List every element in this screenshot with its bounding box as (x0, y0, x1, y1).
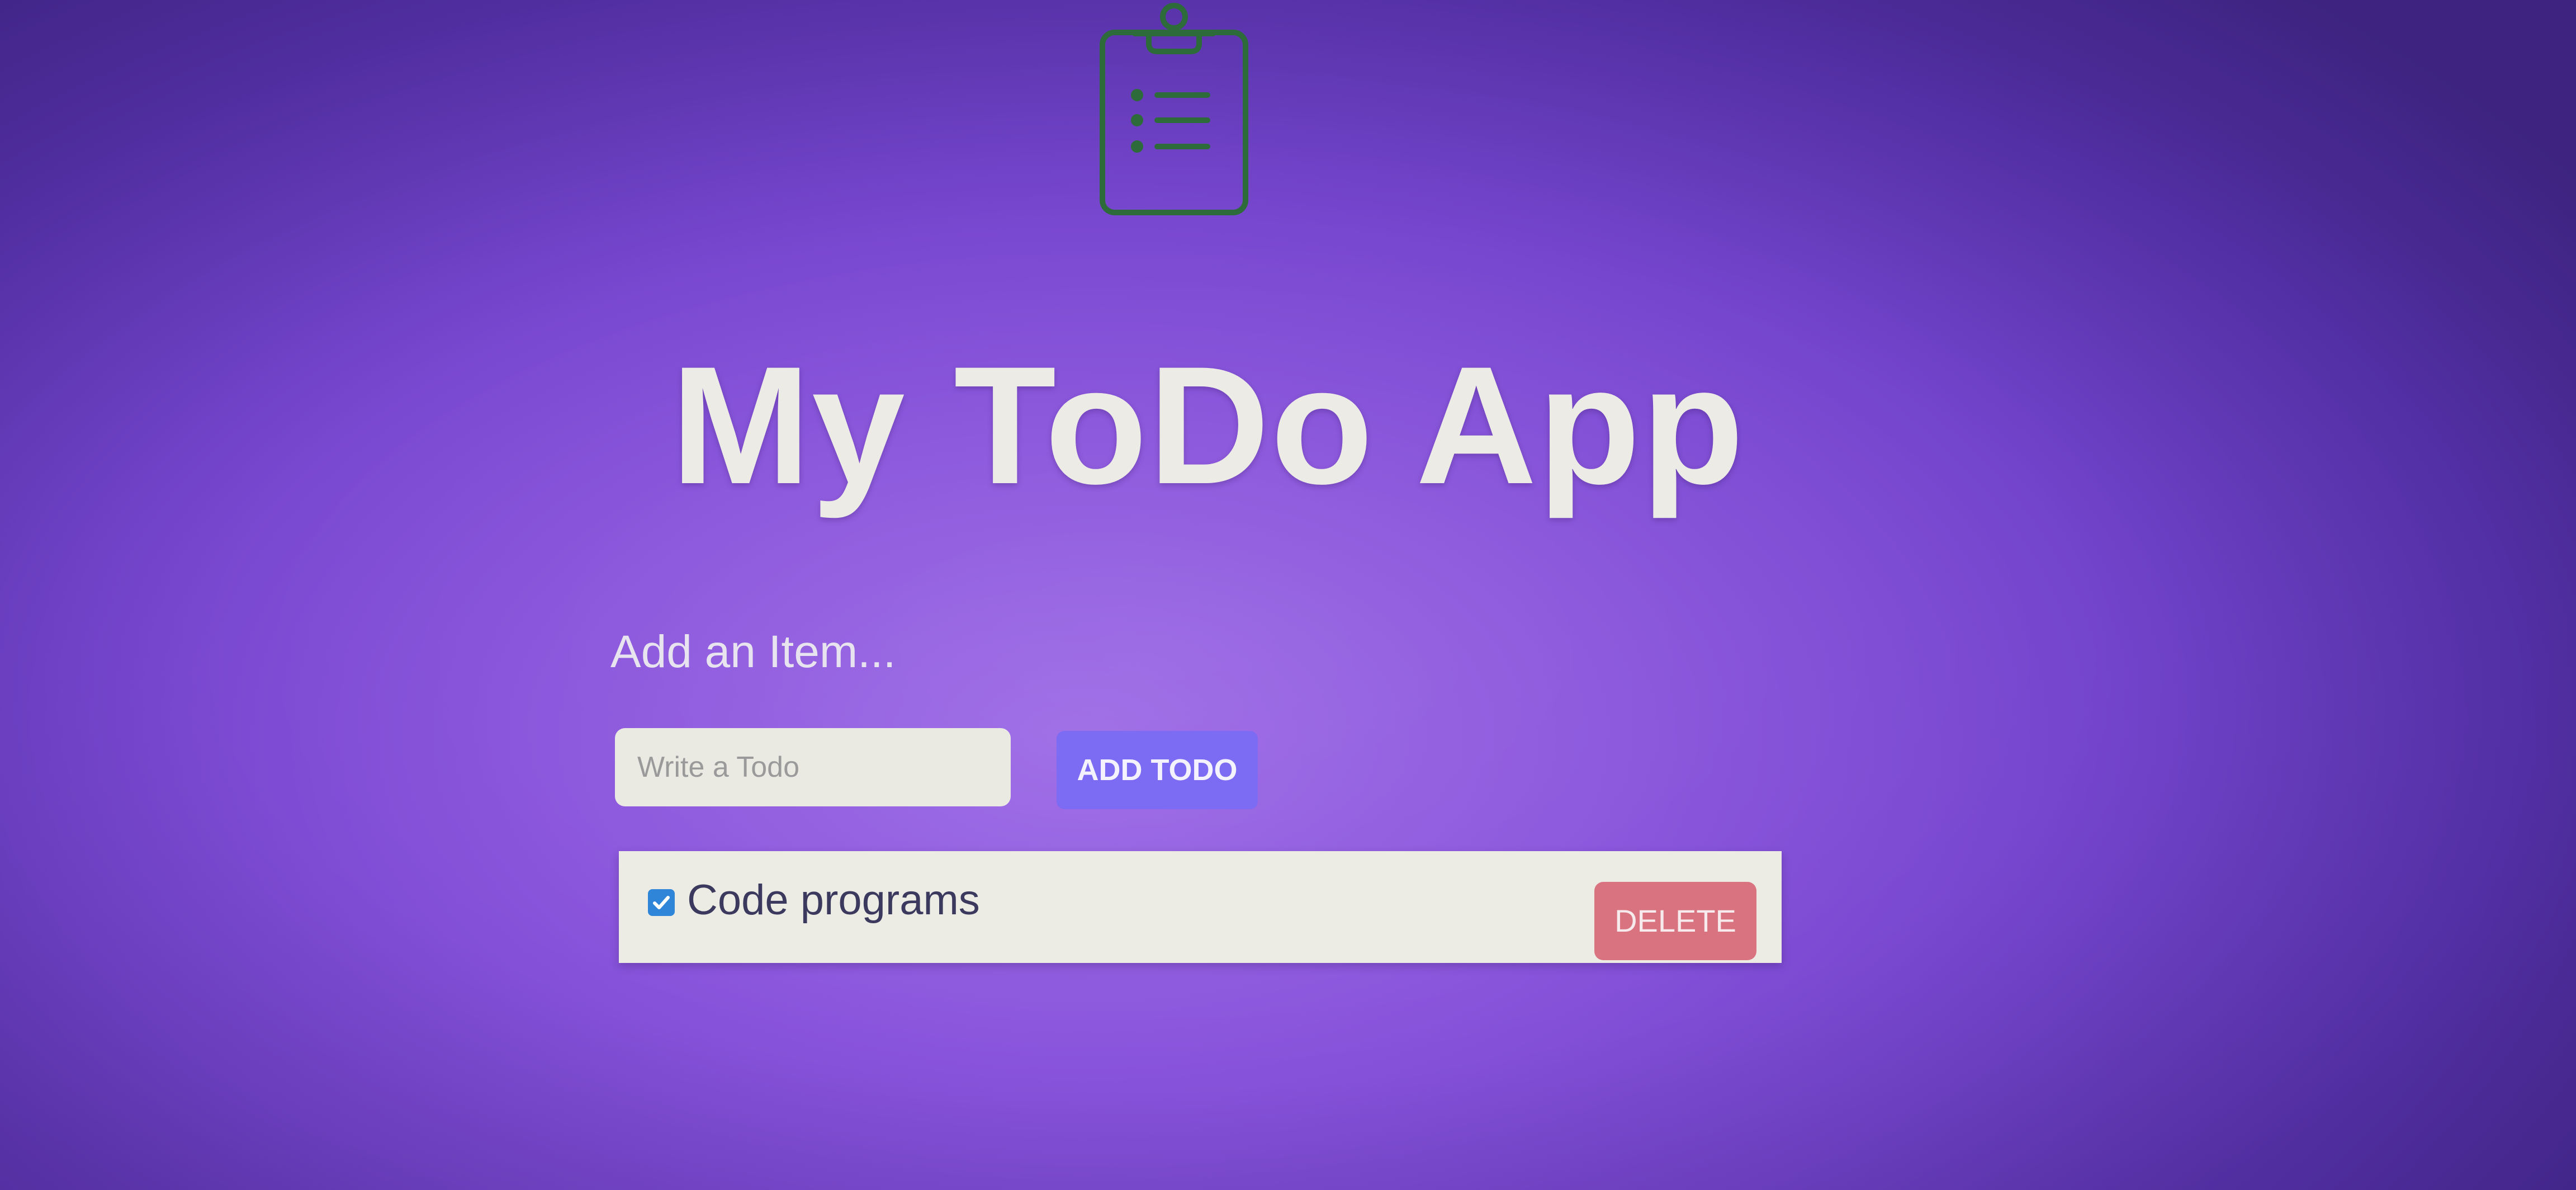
todo-checkbox[interactable] (648, 889, 675, 916)
add-item-heading: Add an Item... (610, 626, 896, 677)
clipboard-list-icon (1100, 3, 1248, 215)
todo-input[interactable] (615, 728, 1011, 806)
app-title: My ToDo App (671, 331, 1745, 519)
checkmark-icon (653, 896, 670, 909)
add-todo-button[interactable]: ADD TODO (1057, 731, 1258, 809)
todo-list: Code programs DELETE (619, 851, 1782, 963)
delete-button[interactable]: DELETE (1594, 882, 1756, 960)
todo-item: Code programs DELETE (619, 851, 1782, 963)
todo-text: Code programs (687, 876, 980, 924)
background-vignette (0, 0, 2576, 1190)
